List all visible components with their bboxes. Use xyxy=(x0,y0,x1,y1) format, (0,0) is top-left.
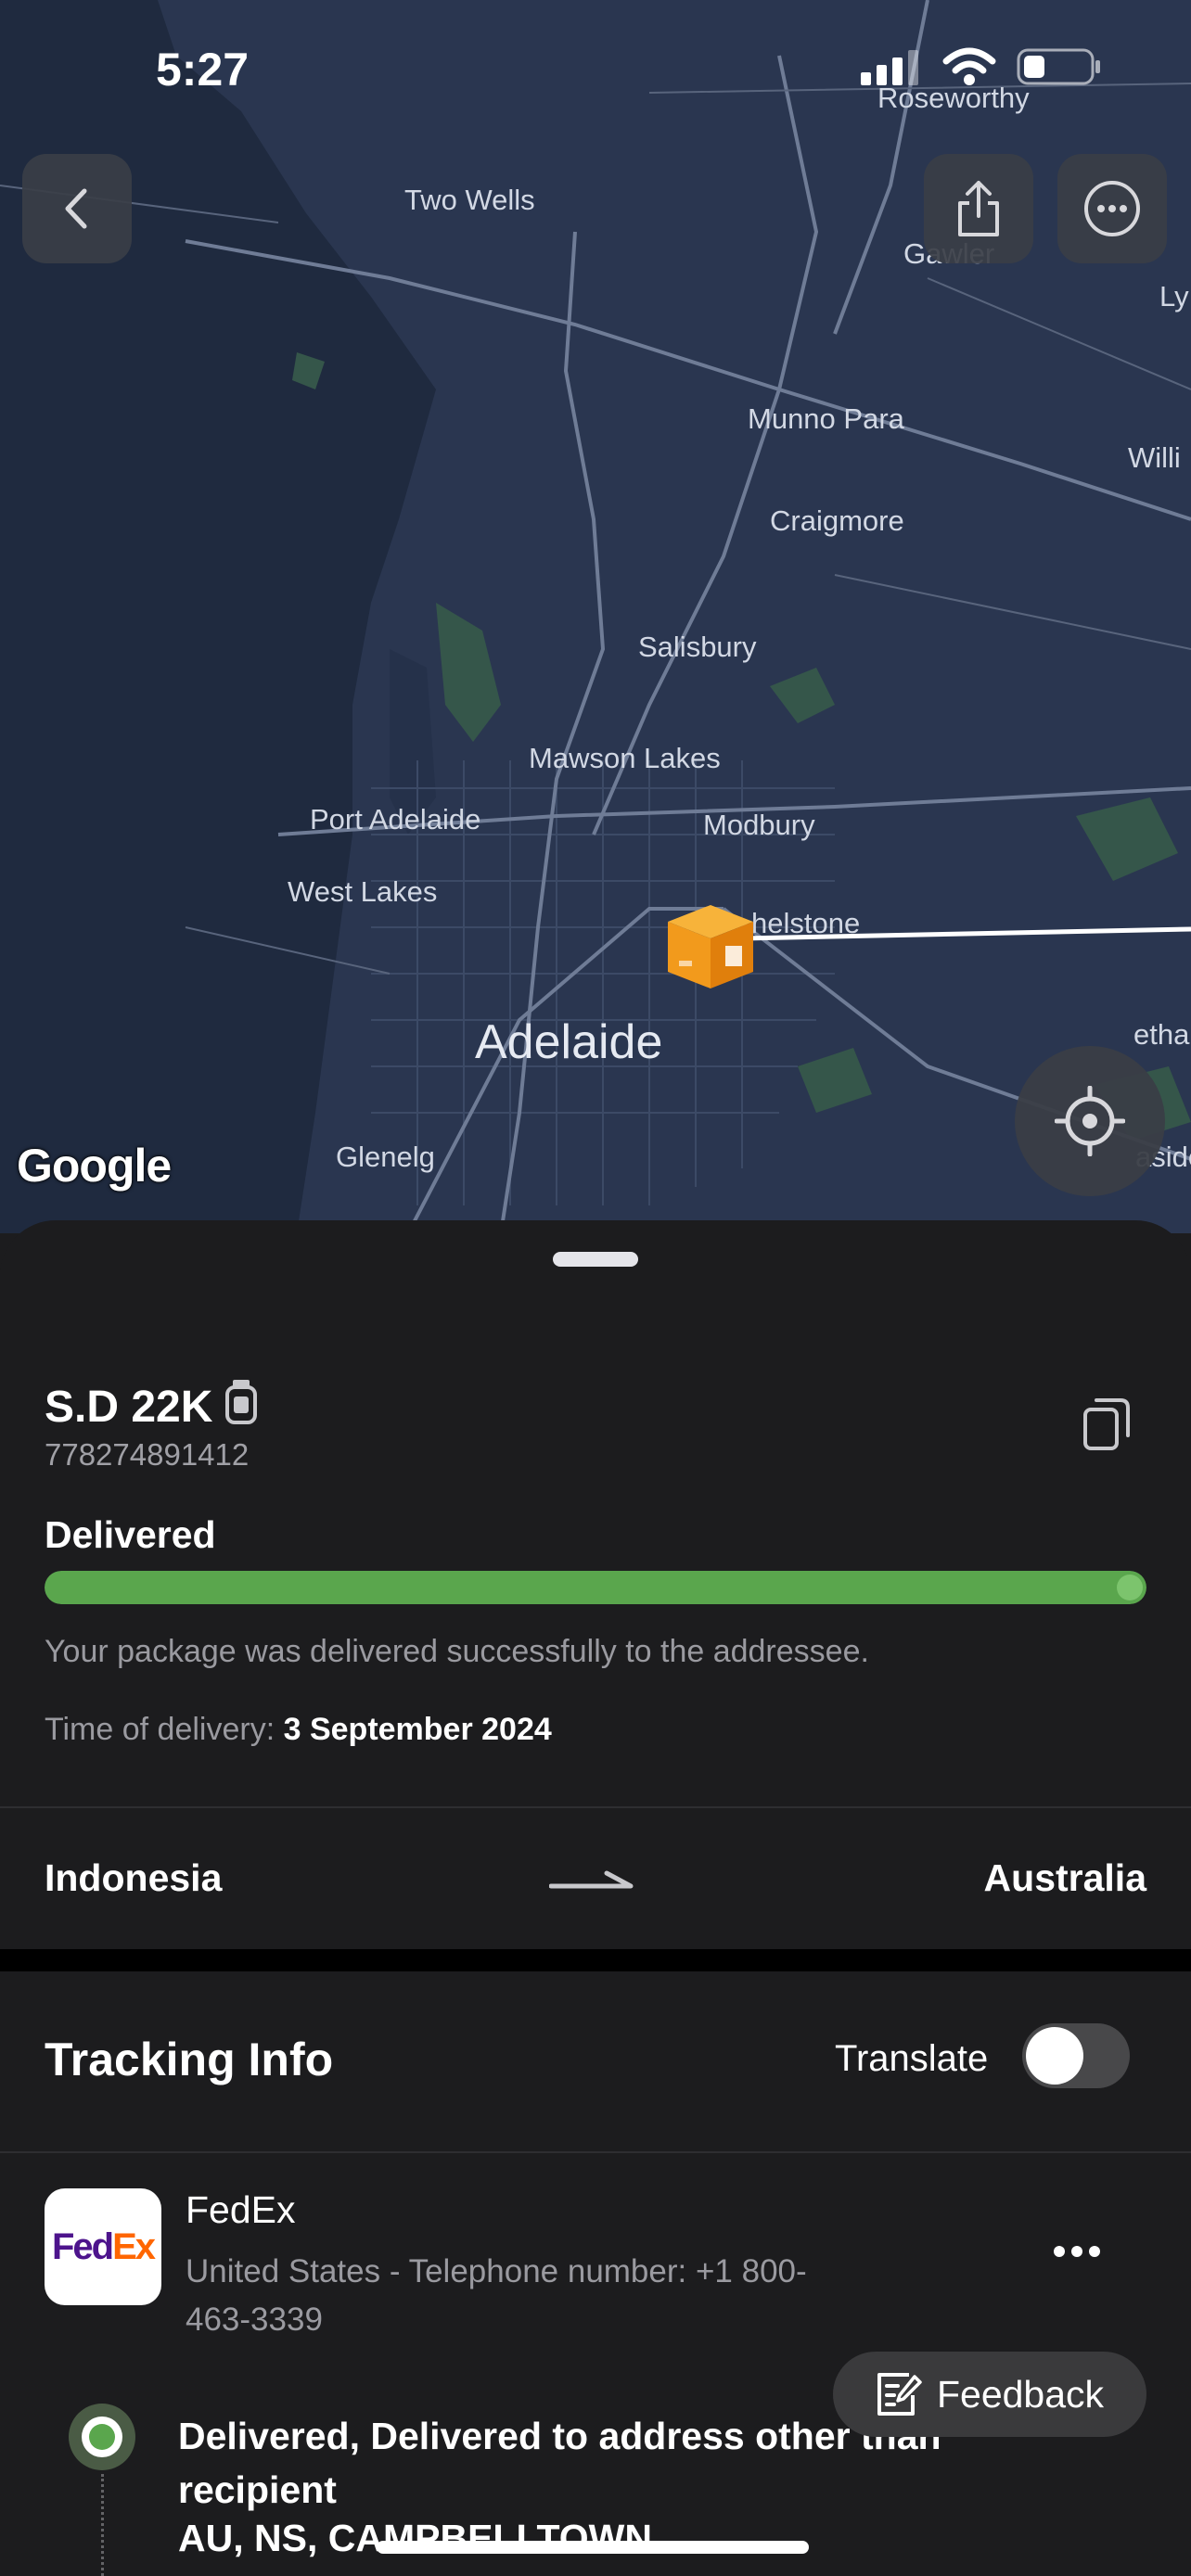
home-indicator[interactable] xyxy=(377,2541,809,2554)
locate-button[interactable] xyxy=(1015,1046,1165,1196)
map-label-west-lakes: West Lakes xyxy=(288,875,438,908)
status-bar-icons xyxy=(861,46,1102,92)
route-row: Indonesia Australia xyxy=(0,1808,1191,1949)
divider xyxy=(0,2151,1191,2153)
package-jar-icon xyxy=(224,1378,259,1435)
back-icon xyxy=(65,188,87,229)
more-options-button[interactable] xyxy=(1057,154,1167,263)
sheet-grabber[interactable] xyxy=(553,1252,638,1267)
tracking-info-header: Tracking Info xyxy=(45,2034,334,2085)
map-label-port-adelaide: Port Adelaide xyxy=(310,803,481,835)
back-button[interactable] xyxy=(22,154,132,263)
locate-icon xyxy=(1055,1086,1125,1156)
details-sheet: S.D 22K 778274891412 Delivered Your pack… xyxy=(0,1220,1191,2576)
timeline-connector xyxy=(101,2474,104,2576)
feedback-button[interactable]: Feedback xyxy=(833,2352,1146,2437)
tracking-number: 778274891412 xyxy=(45,1437,250,1472)
map-label-munno-para: Munno Para xyxy=(748,402,904,435)
delivery-time-label: Time of delivery: xyxy=(45,1712,275,1747)
progress-knob xyxy=(1117,1575,1143,1600)
map-label-craigmore: Craigmore xyxy=(770,504,904,537)
package-marker-icon[interactable] xyxy=(660,896,761,997)
ellipsis-icon xyxy=(1054,2246,1100,2257)
delivery-progress-bar xyxy=(45,1571,1146,1604)
translate-label: Translate xyxy=(835,2038,989,2079)
copy-icon xyxy=(1083,1398,1130,1450)
feedback-edit-icon xyxy=(877,2373,922,2416)
origin-country: Indonesia xyxy=(45,1856,223,1899)
share-button[interactable] xyxy=(924,154,1033,263)
delivery-time-row: Time of delivery: 3 September 2024 xyxy=(45,1712,552,1748)
map-label-adelaide: Adelaide xyxy=(475,1015,663,1069)
signal-icon xyxy=(861,48,922,90)
status-description: Your package was delivered successfully … xyxy=(45,1634,869,1669)
status-bar-time: 5:27 xyxy=(156,44,250,96)
package-name: S.D 22K xyxy=(45,1382,213,1432)
map-label-modbury: Modbury xyxy=(703,809,815,841)
map-view[interactable]: Roseworthy Two Wells Gawler Ly Munno Par… xyxy=(0,0,1191,1233)
delivery-progress-fill xyxy=(45,1571,1146,1604)
carrier-more-button[interactable] xyxy=(1052,2244,1102,2264)
copy-button[interactable] xyxy=(1082,1395,1132,1457)
more-icon xyxy=(1084,181,1140,236)
package-name-row: S.D 22K xyxy=(45,1378,259,1435)
carrier-contact-info: United States - Telephone number: +1 800… xyxy=(186,2253,807,2338)
map-label-willi: Willi xyxy=(1128,441,1181,474)
map-label-glenelg: Glenelg xyxy=(336,1141,435,1173)
carrier-name: FedEx xyxy=(186,2188,296,2231)
delivery-status: Delivered xyxy=(45,1513,216,1556)
section-separator xyxy=(0,1949,1191,1971)
logo-text-ex: Ex xyxy=(112,2225,156,2267)
map-label-ly: Ly xyxy=(1159,280,1189,312)
google-attribution: Google xyxy=(17,1140,172,1192)
wifi-icon xyxy=(942,46,996,92)
route-arrow-icon xyxy=(548,1868,636,1896)
translate-toggle[interactable] xyxy=(1022,2023,1130,2088)
map-label-athelstone: helstone xyxy=(751,907,861,939)
map-label-two-wells: Two Wells xyxy=(404,184,535,216)
feedback-label: Feedback xyxy=(936,2372,1105,2416)
map-label-salisbury: Salisbury xyxy=(638,631,757,663)
logo-text-fed: Fed xyxy=(51,2225,114,2267)
destination-country: Australia xyxy=(983,1856,1146,1899)
map-label-mawson-lakes: Mawson Lakes xyxy=(529,742,721,774)
delivery-time-value: 3 September 2024 xyxy=(283,1712,552,1747)
timeline-current-dot xyxy=(69,2404,135,2470)
battery-icon xyxy=(1017,46,1102,92)
fedex-logo: Fed Ex xyxy=(45,2188,161,2305)
toggle-knob xyxy=(1026,2027,1083,2085)
share-icon xyxy=(958,181,999,236)
map-label-stirling: etha xyxy=(1133,1018,1190,1051)
